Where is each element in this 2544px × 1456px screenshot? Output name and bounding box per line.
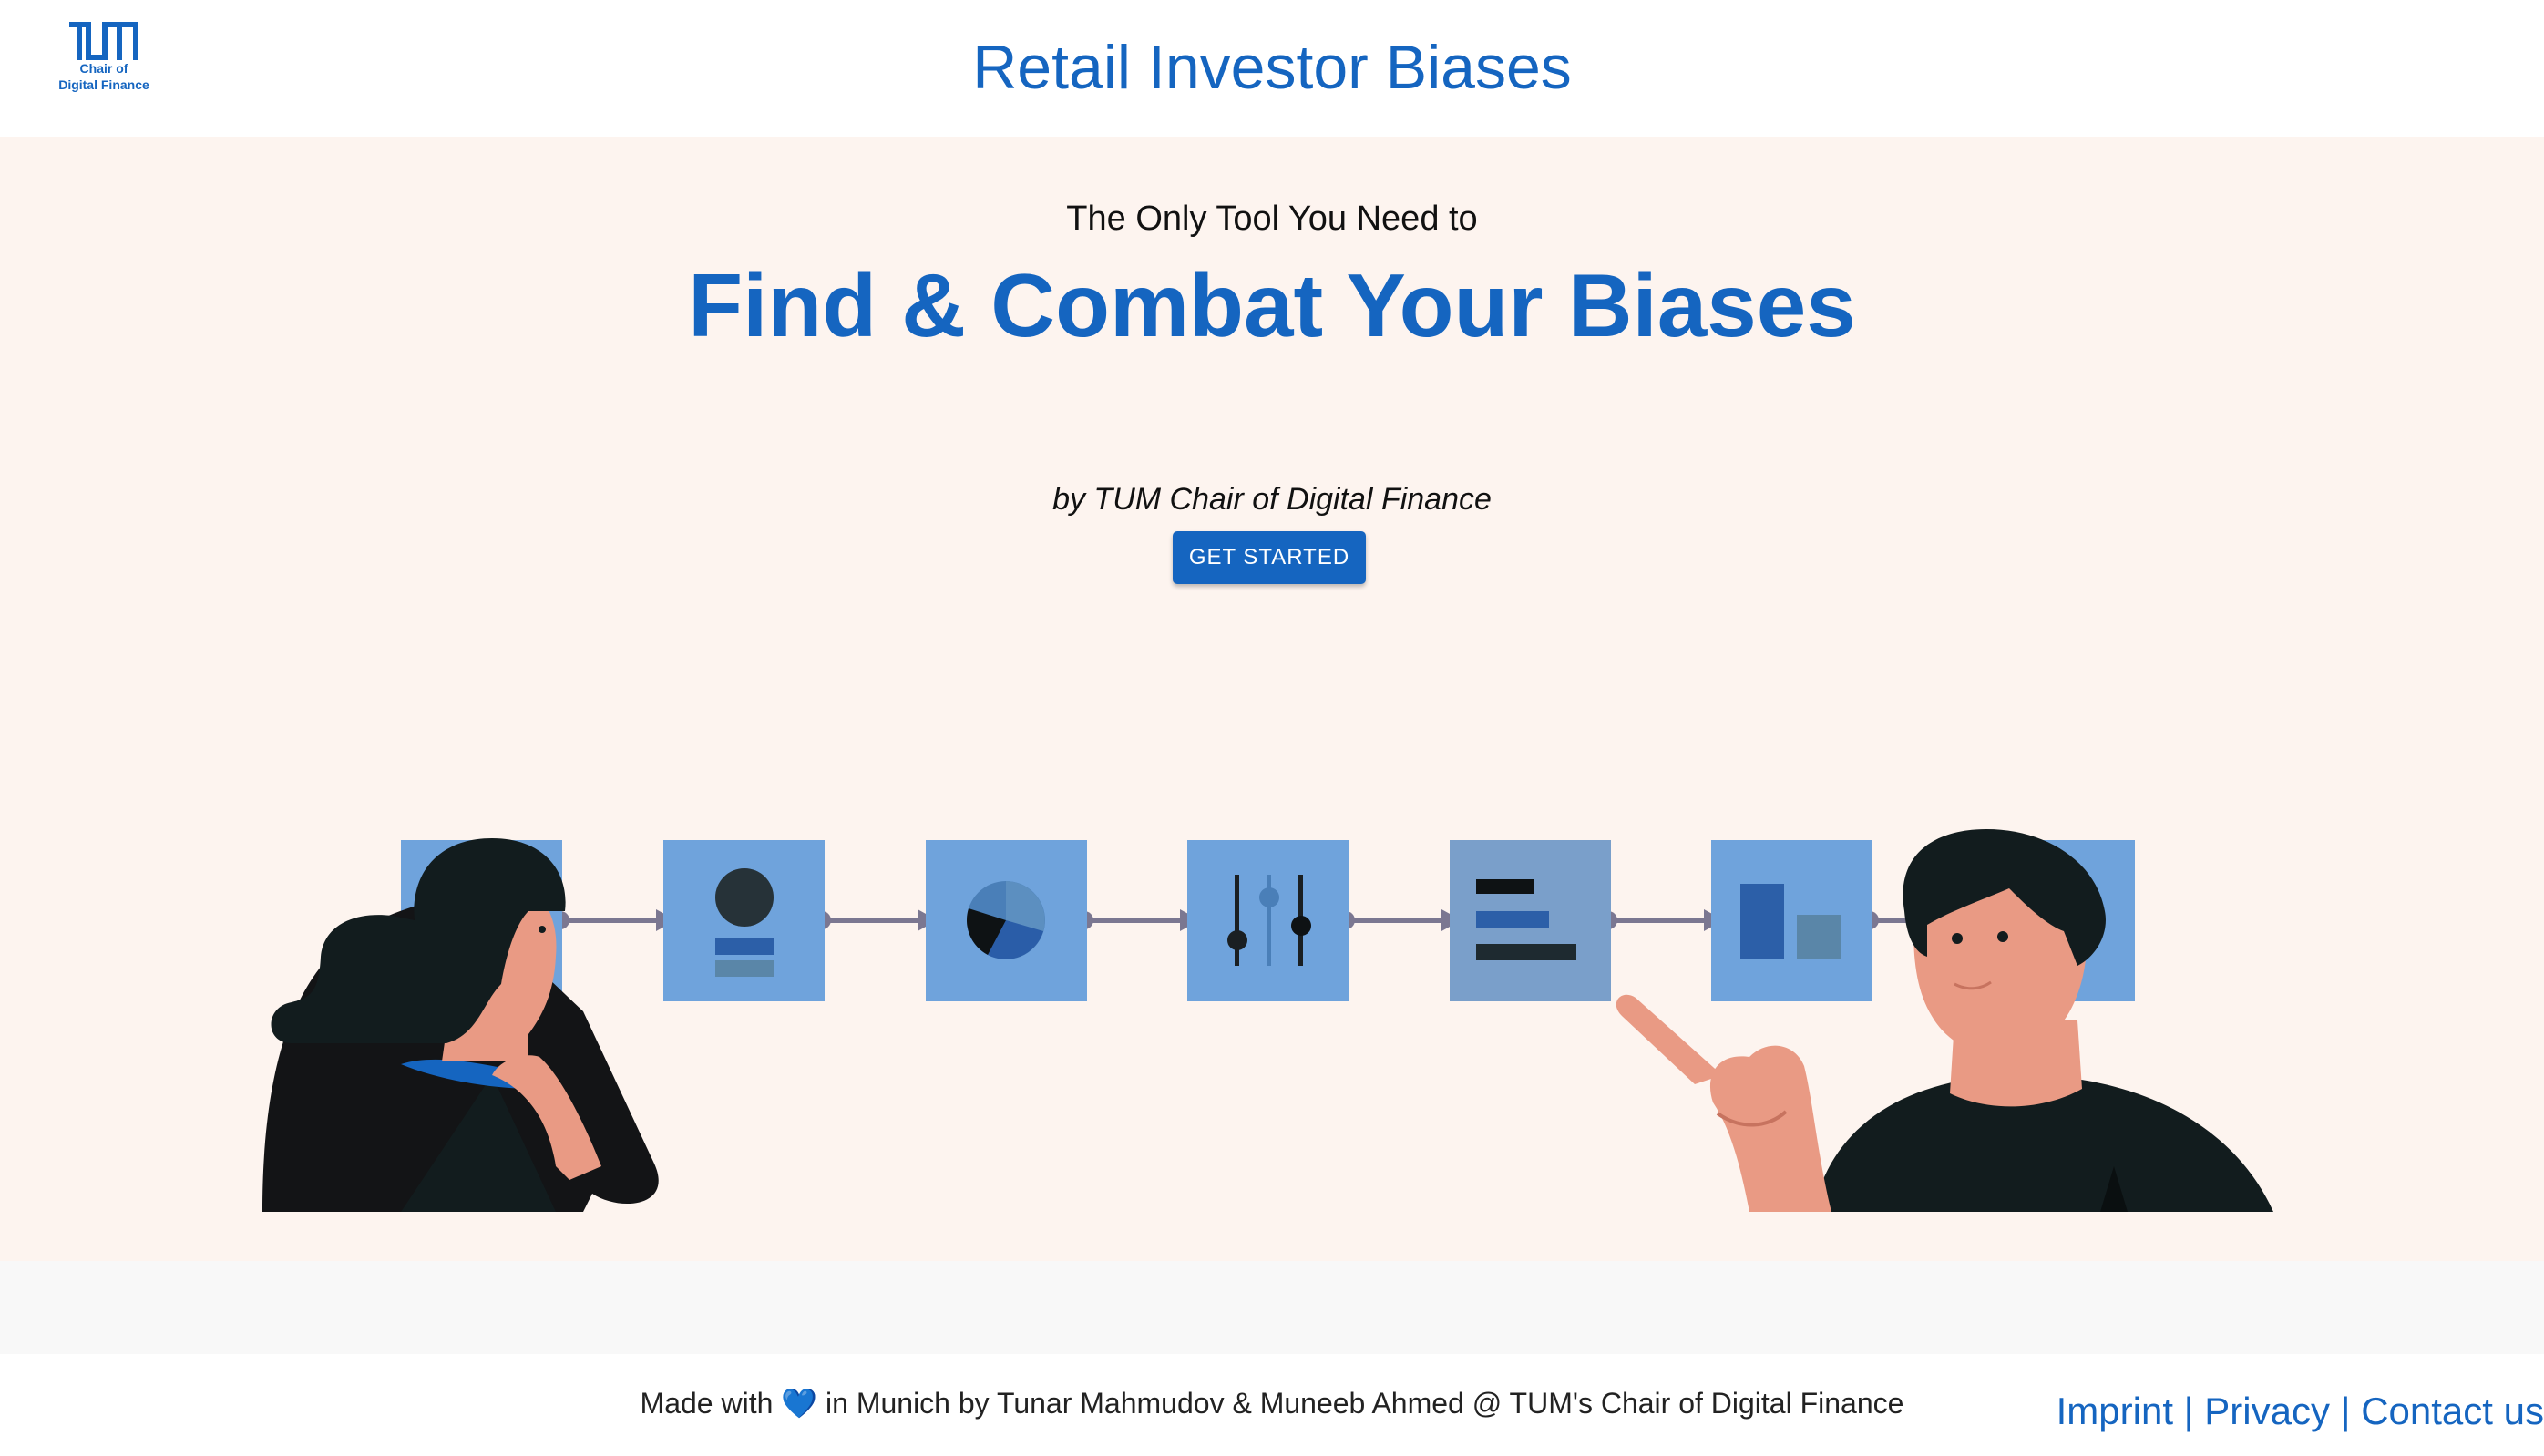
sliders-icon: [1187, 840, 1349, 1001]
hero-byline: by TUM Chair of Digital Finance: [1052, 482, 1492, 517]
hero-tagline: The Only Tool You Need to: [1066, 200, 1478, 238]
hero-section: The Only Tool You Need to Find & Combat …: [0, 137, 2544, 1261]
footer-links: Imprint | Privacy | Contact us: [2057, 1387, 2544, 1436]
imprint-link[interactable]: Imprint: [2057, 1389, 2173, 1432]
heart-icon: 💙: [781, 1387, 818, 1420]
contact-link[interactable]: Contact us: [2361, 1389, 2544, 1432]
credit-text-before: Made with: [640, 1387, 774, 1420]
hero-headline: Find & Combat Your Biases: [688, 255, 1856, 355]
pie-chart-icon: [926, 840, 1087, 1001]
footer-separator: |: [2340, 1389, 2351, 1432]
hero-illustration: [262, 829, 2273, 1212]
content-spacer: [0, 1261, 2544, 1354]
app-title: Retail Investor Biases: [972, 33, 1572, 102]
bar-list-icon: [1450, 840, 1611, 1001]
privacy-link[interactable]: Privacy: [2204, 1389, 2330, 1432]
footer-separator: |: [2183, 1389, 2194, 1432]
credit-text-after: in Munich by Tunar Mahmudov & Muneeb Ahm…: [826, 1387, 1904, 1420]
avatar-card-icon: [663, 840, 825, 1001]
page-footer: Made with 💙 in Munich by Tunar Mahmudov …: [0, 1354, 2544, 1456]
column-chart-icon: [1711, 840, 1872, 1001]
app-header: Chair of Digital Finance Retail Investor…: [0, 0, 2544, 137]
woman-figure: [262, 838, 659, 1212]
get-started-button[interactable]: GET STARTED: [1173, 531, 1366, 584]
